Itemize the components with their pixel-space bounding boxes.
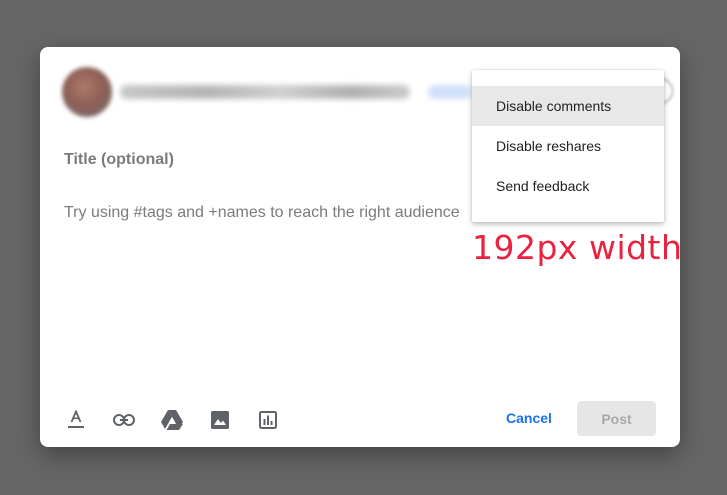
cancel-button[interactable]: Cancel <box>494 403 564 433</box>
menu-item-disable-reshares[interactable]: Disable reshares <box>472 126 664 166</box>
blurred-audience-chip <box>428 85 472 99</box>
image-icon[interactable] <box>208 408 232 432</box>
more-options-menu: Disable comments Disable reshares Send f… <box>472 70 664 222</box>
poll-icon[interactable] <box>256 408 280 432</box>
width-annotation: 192px width <box>472 228 683 267</box>
post-button: Post <box>577 401 656 436</box>
composer-toolbar <box>64 407 304 433</box>
title-input[interactable] <box>64 151 464 169</box>
post-body-input[interactable] <box>64 202 504 224</box>
menu-item-send-feedback[interactable]: Send feedback <box>472 166 664 206</box>
menu-item-disable-comments[interactable]: Disable comments <box>472 86 664 126</box>
link-icon[interactable] <box>112 408 136 432</box>
avatar <box>62 67 112 117</box>
drive-icon[interactable] <box>160 408 184 432</box>
text-format-icon[interactable] <box>64 408 88 432</box>
blurred-author-name <box>120 85 410 99</box>
